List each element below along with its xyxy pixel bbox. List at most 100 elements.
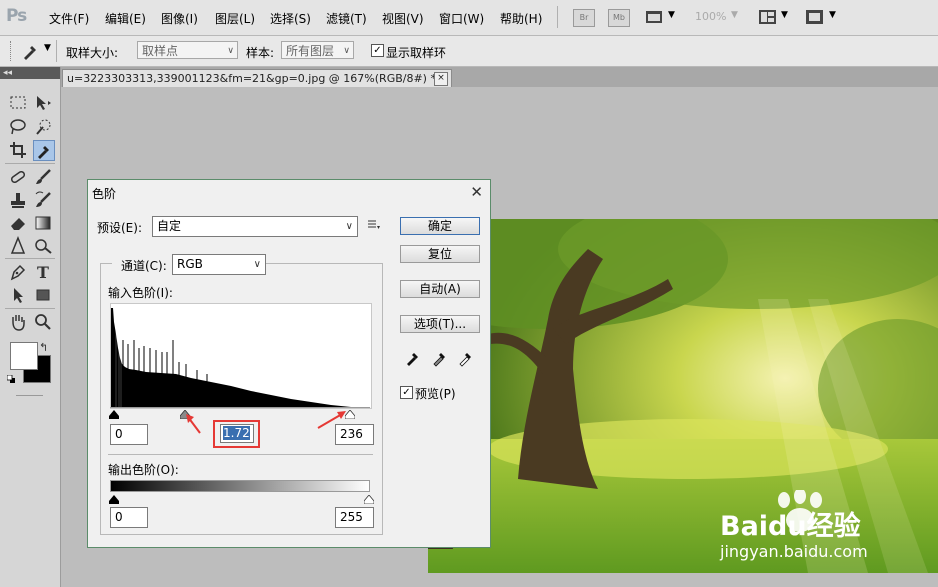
channel-select[interactable]: RGB ∨ [172,254,266,275]
eyedropper-tool-icon[interactable] [33,140,55,161]
show-ring-checkbox[interactable]: ✓ [371,44,384,57]
move-tool-icon[interactable] [32,93,54,114]
grip-handle[interactable] [10,41,14,61]
chevron-down-icon: ∨ [253,259,261,270]
sample-size-value: 取样点 [142,44,179,58]
sample-label: 样本: [246,46,275,60]
chevron-down-icon: ∨ [345,221,353,232]
chevron-down-icon[interactable]: ▼ [731,10,738,20]
options-bar: ▼ 取样大小: 取样点 ∨ 样本: 所有图层 ∨ ✓ 显示取样环 [0,36,938,67]
menu-layer[interactable]: 图层(L) [215,10,255,27]
watermark-url: jingyan.baidu.com [720,542,868,561]
mini-bridge-icon[interactable]: Mb [608,9,630,27]
input-black-point-handle[interactable] [109,408,119,419]
healing-brush-tool-icon[interactable] [7,167,29,188]
path-select-tool-icon[interactable] [7,285,29,306]
tools-panel-collapse[interactable]: ◂◂ [0,67,60,79]
dodge-tool-icon[interactable] [32,236,54,257]
preset-label: 预设(E): [97,221,142,235]
white-eyedropper-icon[interactable] [457,349,475,367]
eyedropper-icon[interactable] [20,41,40,61]
stamp-tool-icon[interactable] [7,190,29,211]
foreground-color-swatch[interactable] [10,342,38,370]
menu-image[interactable]: 图像(I) [161,10,198,27]
preview-checkbox[interactable]: ✓ [400,386,413,399]
hand-tool-icon[interactable] [7,312,29,333]
crop-tool-icon[interactable] [7,140,29,161]
preset-value: 自定 [157,219,182,233]
menu-edit[interactable]: 编辑(E) [105,10,146,27]
eraser-tool-icon[interactable] [7,213,29,234]
show-ring-label: 显示取样环 [386,46,447,60]
photoshop-logo: Ps [6,6,27,26]
screen-arrange-icon[interactable] [645,9,665,25]
histogram [110,303,372,409]
close-icon[interactable]: ✕ [470,183,483,201]
output-white-handle[interactable] [363,493,375,505]
preset-select[interactable]: 自定 ∨ [152,216,358,237]
dialog-title: 色阶 [92,187,117,201]
menu-separator [557,6,558,28]
document-tab[interactable]: u=3223303313,339001123&fm=21&gp=0.jpg @ … [62,69,452,87]
brush-tool-icon[interactable] [32,167,54,188]
auto-button[interactable]: 自动(A) [400,280,480,298]
blur-tool-icon[interactable] [7,235,29,257]
output-levels-label: 输出色阶(O): [108,463,179,477]
pen-tool-icon[interactable] [7,262,29,283]
divider [108,454,373,455]
gradient-tool-icon[interactable] [32,213,54,234]
levels-dialog: 色阶 ✕ 预设(E): 自定 ∨ 确定 复位 自动(A) 选项(T)... ✓ … [87,179,491,548]
annotation-arrow-icon [316,410,348,430]
menu-select[interactable]: 选择(S) [270,10,311,27]
sample-size-select[interactable]: 取样点 ∨ [137,41,238,59]
chevron-down-icon[interactable]: ▼ [44,43,51,53]
input-levels-label: 输入色阶(I): [108,286,173,300]
tool-separator [16,395,43,396]
zoom-level[interactable]: 100% [695,10,726,23]
input-gamma-field[interactable]: 1.72 [220,424,254,443]
arrange-documents-icon[interactable] [758,9,778,25]
baidu-watermark: Baidu经验 jingyan.baidu.com [720,490,930,565]
close-icon[interactable]: × [434,72,448,86]
chevron-down-icon[interactable]: ▼ [668,10,675,20]
chevron-down-icon[interactable]: ▼ [829,10,836,20]
watermark-brand: Baidu经验 [720,511,861,542]
output-white-field[interactable]: 255 [335,507,374,528]
quick-select-tool-icon[interactable] [32,117,54,138]
output-gradient-bar [110,480,370,492]
zoom-tool-icon[interactable] [32,312,54,333]
sample-size-label: 取样大小: [66,46,119,60]
reset-button[interactable]: 复位 [400,245,480,263]
black-eyedropper-icon[interactable] [404,349,422,367]
history-brush-tool-icon[interactable] [32,190,54,211]
tool-separator [5,308,55,309]
menu-filter[interactable]: 滤镜(T) [326,10,367,27]
gray-eyedropper-icon[interactable] [431,349,449,367]
type-tool-icon[interactable]: T [32,262,54,283]
menu-view[interactable]: 视图(V) [382,10,424,27]
channel-label: 通道(C): [112,257,176,274]
menu-file[interactable]: 文件(F) [49,10,89,27]
ok-button[interactable]: 确定 [400,217,480,235]
menu-window[interactable]: 窗口(W) [439,10,484,27]
rect-marquee-tool-icon[interactable] [7,93,29,114]
lasso-tool-icon[interactable] [7,117,29,138]
tool-separator [5,163,55,164]
menu-help[interactable]: 帮助(H) [500,10,542,27]
options-button[interactable]: 选项(T)... [400,315,480,333]
screen-mode-icon[interactable] [805,9,825,25]
output-black-handle[interactable] [109,493,119,504]
sample-select[interactable]: 所有图层 ∨ [281,41,354,59]
input-gamma-value: 1.72 [223,426,250,440]
chevron-down-icon[interactable]: ▼ [781,10,788,20]
chevron-down-icon: ∨ [343,46,350,56]
bridge-icon[interactable]: Br [573,9,595,27]
default-colors-icon[interactable] [6,373,15,383]
chevron-down-icon: ∨ [227,46,234,56]
swap-colors-icon[interactable]: ↰ [39,341,48,354]
input-black-field[interactable]: 0 [110,424,148,445]
tool-separator [5,258,55,259]
preset-options-icon[interactable] [367,218,381,232]
rectangle-shape-tool-icon[interactable] [32,285,54,306]
output-black-field[interactable]: 0 [110,507,148,528]
